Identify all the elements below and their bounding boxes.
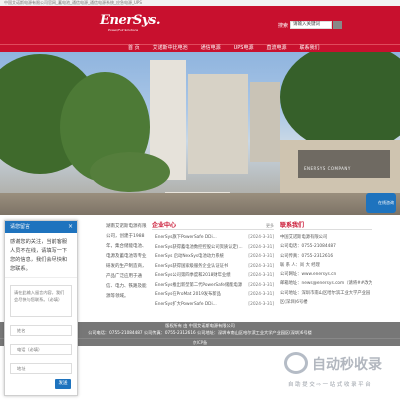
contact-header: 联系我们 xyxy=(280,222,372,230)
message-input[interactable] xyxy=(10,285,72,317)
news-title: 企业中心 xyxy=(152,222,177,229)
nav-item-telecom-power[interactable]: 通信电源 xyxy=(201,45,221,52)
news-list: EnerSys旗下PowerSafe DDi... [2024-3-31] Ene… xyxy=(152,233,274,309)
chatbox-header: 请您留言 × xyxy=(5,221,77,233)
contact-title: 联系我们 xyxy=(280,222,305,229)
main-nav: 首 页 艾诺斯中比电池 通信电源 UPS电源 直流电源 联系我们 xyxy=(0,44,400,52)
nav-item-dc-power[interactable]: 直流电源 xyxy=(266,45,286,52)
contact-section: 联系我们 中国艾诺斯电源有限公司 公司电话：0755-21084487 公司传真… xyxy=(280,222,372,312)
company-sign-wall: ENERSYS COMPANY xyxy=(280,140,400,195)
news-item[interactable]: EnerSys获得蓄电池数控控股公司资质认定(... [2024-3-31] xyxy=(152,242,274,252)
search-input[interactable]: 请输入关键词 xyxy=(290,21,333,29)
news-item[interactable]: EnerSys旗下PowerSafe DDi... [2024-3-31] xyxy=(152,233,274,243)
news-item[interactable]: EnerSys推出新型第二代PowerSafe储能电源 [2024-3-31] xyxy=(152,280,274,290)
address-input[interactable] xyxy=(10,363,72,374)
chatbox-title: 请您留言 xyxy=(10,224,31,230)
nav-item-contact[interactable]: 联系我们 xyxy=(300,45,320,52)
chatbox-intro: 感谢您的关注，当前客服人员不在线，请填写一下您的信息，我们会尽快和您联系。 xyxy=(5,233,77,278)
nav-item-ups[interactable]: UPS电源 xyxy=(234,45,254,52)
road xyxy=(0,193,400,215)
news-item[interactable]: EnerSys获得国家级服务企业认证证书 [2024-3-31] xyxy=(152,261,274,271)
site-header: EnerSys. Power/Full Solutions 搜索 请输入关键词 xyxy=(0,6,400,44)
leave-message-panel: 请您留言 × 感谢您的关注，当前客服人员不在线，请填写一下您的信息，我们会尽快和… xyxy=(4,220,78,396)
news-item[interactable]: EnerSys公司第四季度和2018财年业绩 [2024-3-31] xyxy=(152,271,274,281)
contact-line: 公司电话：0755-21084487 xyxy=(280,244,336,250)
watermark: 自动秒收录 自 助 提 交 ⇨ 一 站 式 收 录 平 台 xyxy=(284,350,400,400)
send-button[interactable]: 发送 xyxy=(55,379,71,389)
news-item[interactable]: EnerSys扩大PowerSafe DDi... [2024-3-31] xyxy=(152,299,274,309)
contact-line: 公司网址：www.enersys.cn xyxy=(280,272,337,278)
contact-line: 中国艾诺斯电源有限公司 xyxy=(280,235,328,240)
online-consult-button[interactable]: 在线咨询 xyxy=(366,193,396,213)
news-section: 企业中心 更多 EnerSys旗下PowerSafe DDi... [2024-3… xyxy=(152,222,274,312)
contact-line: 公司传真：0755-2312616 xyxy=(280,253,334,259)
contact-line: 公司地址：深圳市南山区哈尔滨工业大学产业园 xyxy=(280,290,371,296)
nav-item-battery[interactable]: 艾诺斯中比电池 xyxy=(153,45,188,52)
logo-brand: EnerSys. xyxy=(100,13,161,28)
contact-list: 中国艾诺斯电源有限公司 公司电话：0755-21084487 公司传真：0755… xyxy=(280,233,372,307)
phone-input[interactable] xyxy=(10,344,72,355)
company-sign-text: ENERSYS COMPANY xyxy=(304,166,351,171)
contact-line: 邮箱地址：news@enersys.com（请将##改为@） xyxy=(280,281,372,287)
about-text: 湖南艾诺斯电源有限公司，创建于1988年，集合储能电池、电源及蓄电池等专业研发的… xyxy=(106,224,147,299)
enersys-logo[interactable]: EnerSys. Power/Full Solutions xyxy=(100,13,161,36)
watermark-logo-icon xyxy=(284,352,308,374)
hero-banner-photo: ENERSYS COMPANY xyxy=(0,52,400,215)
watermark-subtitle: 自 助 提 交 ⇨ 一 站 式 收 录 平 台 xyxy=(288,382,371,388)
name-input[interactable] xyxy=(10,325,72,336)
search-area: 搜索 请输入关键词 xyxy=(278,21,343,29)
close-icon[interactable]: × xyxy=(68,221,73,233)
search-label: 搜索 xyxy=(278,22,289,29)
about-section: 湖南艾诺斯电源有限公司，创建于1988年，集合储能电池、电源及蓄电池等专业研发的… xyxy=(106,222,148,312)
contact-line: 区(深圳)6号楼 xyxy=(280,300,308,306)
news-item[interactable]: EnerSys 启动NexSys电池动力系统 [2024-3-31] xyxy=(152,252,274,262)
watermark-title: 自动秒收录 xyxy=(312,357,382,373)
news-item[interactable]: EnerSys在ProMat 2019发布新品 [2024-3-31] xyxy=(152,290,274,300)
contact-line: 联 系 人：尚 大 经理 xyxy=(280,262,320,268)
search-button[interactable] xyxy=(333,21,343,29)
logo-tagline: Power/Full Solutions xyxy=(108,28,139,32)
online-consult-label: 在线咨询 xyxy=(378,200,394,205)
nav-item-home[interactable]: 首 页 xyxy=(128,45,140,52)
news-header: 企业中心 更多 xyxy=(152,222,274,230)
news-more-link[interactable]: 更多 xyxy=(266,222,274,230)
